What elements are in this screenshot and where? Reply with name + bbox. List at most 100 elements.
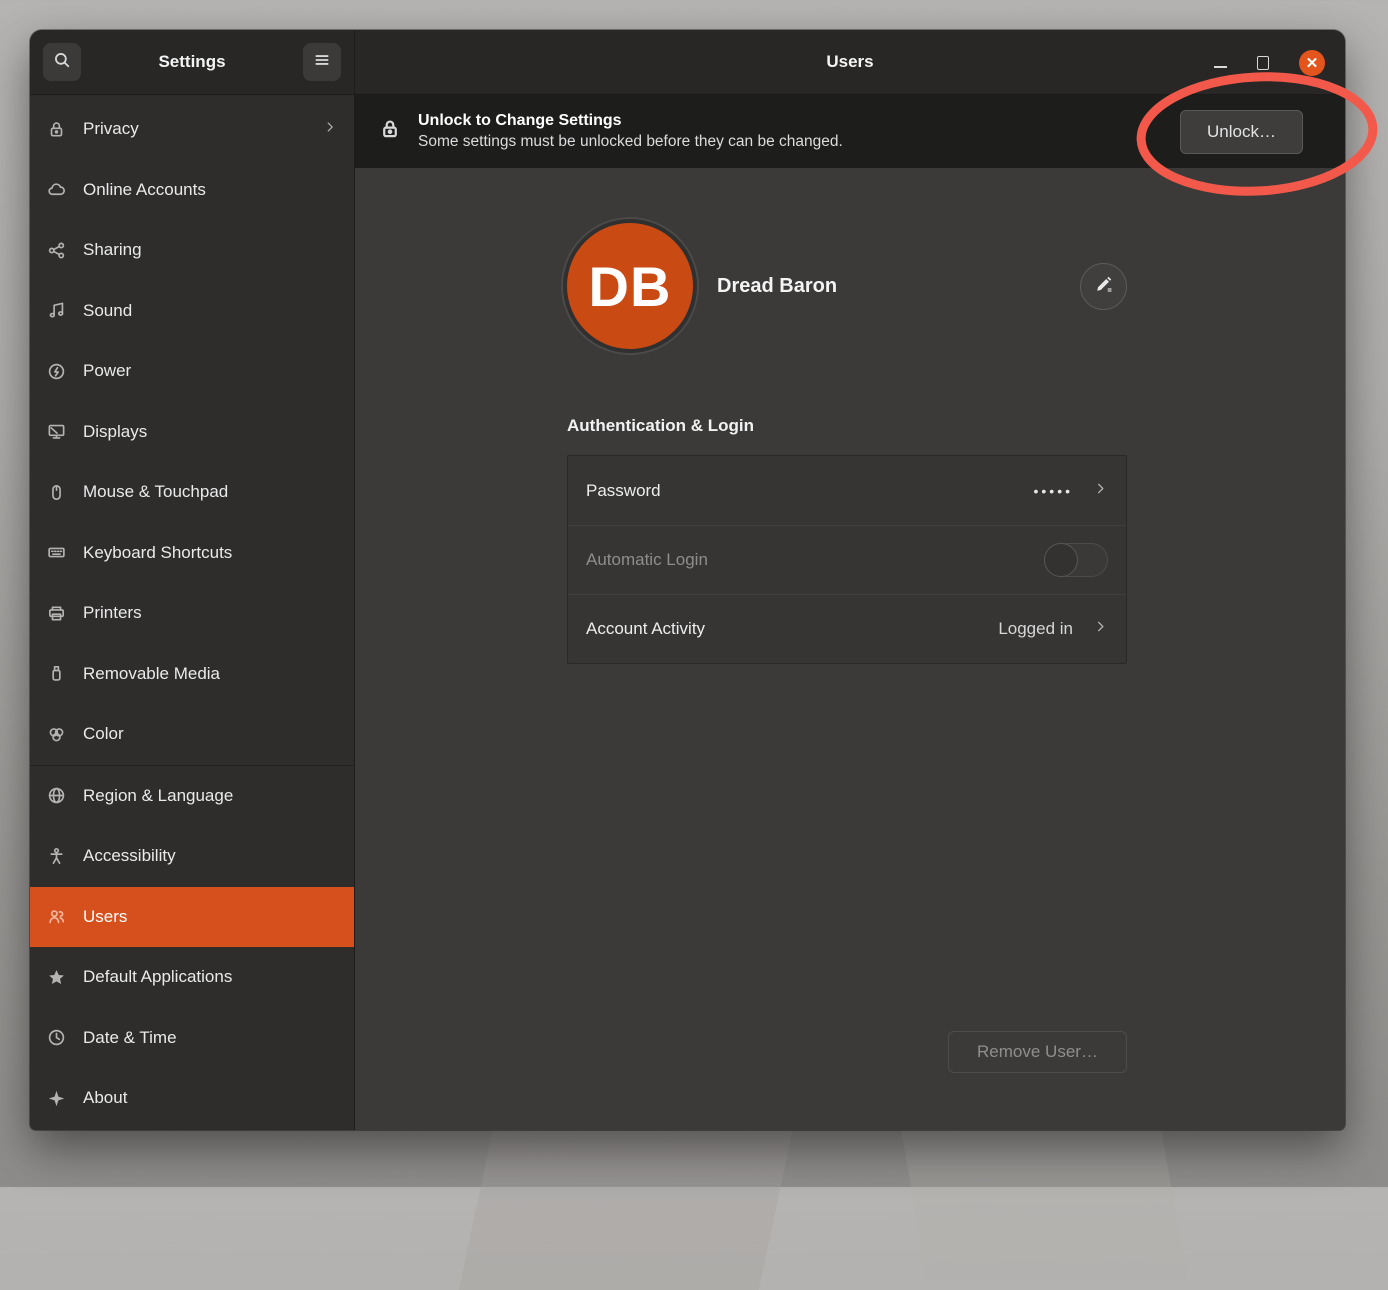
sidebar-item-label: Mouse & Touchpad (83, 482, 228, 502)
content-pane: Users ✕ Unlock to Change Settings Some s… (355, 30, 1345, 1130)
sidebar-item-users[interactable]: Users (30, 887, 354, 948)
printer-icon (47, 604, 66, 623)
display-icon (47, 422, 66, 441)
clock-icon (47, 1028, 66, 1047)
sidebar-item-power[interactable]: Power (30, 341, 354, 402)
sidebar-item-about[interactable]: About (30, 1068, 354, 1129)
maximize-icon (1257, 56, 1269, 70)
headerbar: Users ✕ (355, 30, 1345, 95)
star-icon (47, 968, 66, 987)
music-note-icon (47, 301, 66, 320)
sidebar-item-privacy[interactable]: Privacy (30, 99, 354, 160)
sidebar-item-label: Removable Media (83, 664, 220, 684)
close-button[interactable]: ✕ (1299, 50, 1325, 76)
sidebar-item-label: Sound (83, 301, 132, 321)
sidebar-item-label: Power (83, 361, 131, 381)
sidebar-item-displays[interactable]: Displays (30, 402, 354, 463)
mouse-icon (47, 483, 66, 502)
sparkle-icon (47, 1089, 66, 1108)
remove-user-button[interactable]: Remove User… (948, 1031, 1127, 1073)
password-dots: ••••• (1033, 483, 1073, 499)
sidebar-item-label: Privacy (83, 119, 139, 139)
globe-icon (47, 786, 66, 805)
sidebar-item-region-language[interactable]: Region & Language (30, 766, 354, 827)
password-label: Password (586, 481, 661, 501)
sidebar: Settings Privacy Onl (30, 30, 355, 1130)
avatar-initials: DB (589, 254, 672, 319)
unlock-infobar: Unlock to Change Settings Some settings … (355, 95, 1345, 168)
minimize-icon (1214, 66, 1227, 68)
sidebar-item-color[interactable]: Color (30, 704, 354, 765)
infobar-subtitle: Some settings must be unlocked before th… (418, 132, 843, 153)
sidebar-header: Settings (30, 30, 354, 95)
lock-icon (379, 118, 401, 145)
users-icon (47, 907, 66, 926)
sidebar-item-label: Displays (83, 422, 147, 442)
users-panel: DB Dread Baron Authentication & Login Pa… (355, 168, 1345, 1130)
edit-name-button[interactable] (1080, 263, 1127, 310)
window-controls: ✕ (1214, 30, 1325, 95)
sidebar-item-date-time[interactable]: Date & Time (30, 1008, 354, 1069)
power-icon (47, 362, 66, 381)
sidebar-item-accessibility[interactable]: Accessibility (30, 826, 354, 887)
sidebar-item-mouse-touchpad[interactable]: Mouse & Touchpad (30, 462, 354, 523)
account-activity-label: Account Activity (586, 619, 705, 639)
sidebar-item-sharing[interactable]: Sharing (30, 220, 354, 281)
sidebar-nav: Privacy Online Accounts Sharing (30, 95, 354, 1129)
automatic-login-row-right (1044, 543, 1108, 577)
sidebar-title: Settings (158, 52, 225, 72)
sidebar-item-label: Accessibility (83, 846, 176, 866)
infobar-title: Unlock to Change Settings (418, 110, 843, 132)
color-circles-icon (47, 725, 66, 744)
profile-row: DB Dread Baron (567, 223, 1127, 349)
sidebar-item-label: Date & Time (83, 1028, 177, 1048)
search-icon (53, 51, 71, 74)
sidebar-item-label: Region & Language (83, 786, 233, 806)
sidebar-item-default-applications[interactable]: Default Applications (30, 947, 354, 1008)
automatic-login-row: Automatic Login (568, 525, 1126, 594)
minimize-button[interactable] (1214, 58, 1227, 68)
section-heading: Authentication & Login (567, 416, 754, 436)
share-icon (47, 241, 66, 260)
avatar: DB (567, 223, 693, 349)
lock-icon (47, 120, 66, 139)
maximize-button[interactable] (1257, 56, 1269, 70)
accessibility-icon (47, 847, 66, 866)
user-full-name: Dread Baron (717, 275, 837, 298)
sidebar-item-label: Default Applications (83, 967, 232, 987)
password-row-right: ••••• (1033, 481, 1108, 501)
flash-drive-icon (47, 664, 66, 683)
automatic-login-label: Automatic Login (586, 550, 708, 570)
sidebar-item-keyboard-shortcuts[interactable]: Keyboard Shortcuts (30, 523, 354, 584)
password-row[interactable]: Password ••••• (568, 456, 1126, 525)
sidebar-item-label: Users (83, 907, 127, 927)
sidebar-item-removable-media[interactable]: Removable Media (30, 644, 354, 705)
account-activity-row[interactable]: Account Activity Logged in (568, 594, 1126, 663)
toggle-knob (1044, 543, 1078, 577)
keyboard-icon (47, 543, 66, 562)
sidebar-item-printers[interactable]: Printers (30, 583, 354, 644)
unlock-button[interactable]: Unlock… (1180, 110, 1303, 154)
infobar-text: Unlock to Change Settings Some settings … (418, 110, 843, 153)
menu-button[interactable] (303, 43, 341, 81)
sidebar-item-label: Printers (83, 603, 142, 623)
settings-window: Settings Privacy Onl (30, 30, 1345, 1130)
pencil-icon (1094, 274, 1114, 299)
close-icon: ✕ (1306, 54, 1319, 72)
desktop: { "sidebar": { "title": "Settings", "ite… (0, 0, 1388, 1187)
chevron-right-icon (323, 119, 337, 139)
sidebar-item-label: Sharing (83, 240, 142, 260)
sidebar-item-online-accounts[interactable]: Online Accounts (30, 160, 354, 221)
automatic-login-toggle[interactable] (1044, 543, 1108, 577)
sidebar-item-sound[interactable]: Sound (30, 281, 354, 342)
cloud-icon (47, 180, 66, 199)
account-activity-value: Logged in (998, 619, 1073, 639)
auth-login-group: Password ••••• Automatic Login A (567, 455, 1127, 664)
chevron-right-icon (1093, 481, 1108, 501)
hamburger-icon (313, 51, 331, 74)
sidebar-item-label: Online Accounts (83, 180, 206, 200)
page-title: Users (826, 52, 873, 72)
search-button[interactable] (43, 43, 81, 81)
sidebar-item-label: Color (83, 724, 124, 744)
sidebar-item-label: Keyboard Shortcuts (83, 543, 232, 563)
